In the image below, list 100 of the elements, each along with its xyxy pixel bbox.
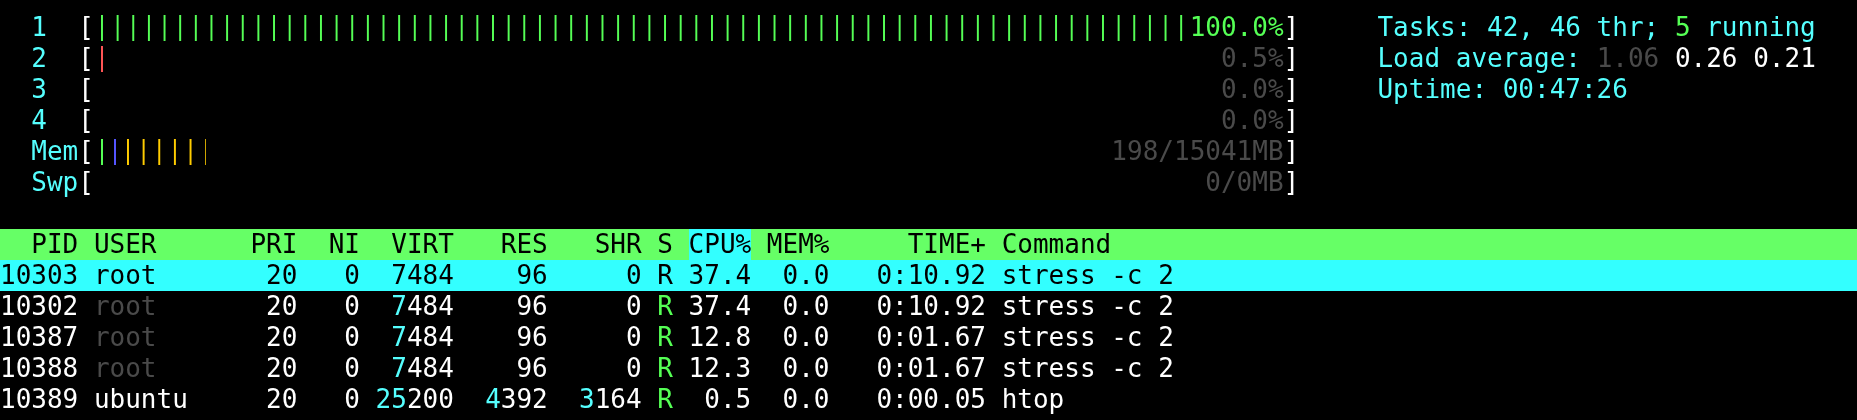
table-cell-text: stress -c 2 [1001, 291, 1175, 322]
table-cell-text: root [93, 291, 158, 322]
meter-value: 0.5% [1220, 43, 1284, 74]
meter-value: 0.0% [1220, 74, 1284, 105]
meter-label: Mem [31, 136, 79, 167]
table-cell-text: 0:00.05 [875, 384, 986, 415]
table-cell-text: 0.0 [781, 322, 830, 353]
table-cell: 10389 [0, 384, 79, 415]
table-cell-text: 20 [265, 384, 298, 415]
table-cell: 37.4 [688, 291, 752, 322]
table-row[interactable]: 10303 root 20 0 7484 96 0 R 37.4 0.0 0:10.92 stress -c 2 [0, 260, 1857, 291]
table-cell-text: 0 [625, 353, 642, 384]
meter-value: 100.0% [1189, 12, 1284, 43]
bracket: [ [78, 74, 94, 105]
table-cell-text: 0 [625, 291, 642, 322]
table-cell: 10387 [0, 322, 79, 353]
column-header[interactable]: CPU% [688, 229, 752, 260]
status-line: Load average: 1.06 0.26 0.21 [1377, 43, 1816, 74]
bracket: [ [78, 167, 94, 198]
column-header[interactable]: SHR [563, 229, 642, 260]
table-cell: 10303 [0, 260, 79, 291]
table-cell-text: 96 [515, 260, 548, 291]
meter-value: 198/15041MB [1111, 136, 1284, 167]
table-cell-text: 0 [343, 260, 360, 291]
table-cell-text: 0:01.67 [875, 322, 986, 353]
bracket: ] [1283, 105, 1300, 136]
bracket: [ [78, 43, 94, 74]
column-header[interactable]: TIME+ [845, 229, 986, 260]
table-cell-text: 0 [625, 322, 642, 353]
table-cell-text: root [93, 260, 158, 291]
table-cell-text: 0.0 [781, 291, 830, 322]
bracket: ] [1283, 74, 1300, 105]
table-cell-text: 7484 [390, 260, 454, 291]
bracket: ] [1283, 167, 1300, 198]
table-cell-text: 0:10.92 [875, 260, 986, 291]
bracket: [ [78, 12, 94, 43]
table-cell-text: 20 [265, 353, 298, 384]
table-cell-text: 96 [515, 322, 548, 353]
meter-label: 2 [31, 43, 48, 74]
meter-label: 4 [31, 105, 48, 136]
table-cell: 37.4 [688, 260, 752, 291]
bracket: [ [78, 105, 94, 136]
table-cell: R [657, 353, 673, 384]
table-cell: R [657, 291, 673, 322]
status-line: Uptime: 00:47:26 [1377, 74, 1628, 105]
table-cell: R [657, 260, 673, 291]
table-cell-text: 20 [265, 322, 298, 353]
meter-label: 3 [31, 74, 48, 105]
table-cell-text: 7484 [390, 322, 454, 353]
table-row[interactable]: 10302 root 20 0 7484 96 0 R 37.4 0.0 0:10.92 stress -c 2 [0, 291, 1857, 322]
table-cell-text: root [93, 322, 158, 353]
meter-value: 0/0MB [1205, 167, 1284, 198]
table-cell-text: 0.0 [781, 384, 830, 415]
meter-label: 1 [31, 12, 48, 43]
table-cell-text: 0.0 [781, 353, 830, 384]
table-cell: R [657, 384, 673, 415]
table-cell: 10388 [0, 353, 79, 384]
table-cell-text: 0:10.92 [875, 291, 986, 322]
column-header[interactable]: RES [469, 229, 548, 260]
column-header[interactable]: PID [0, 229, 79, 260]
table-cell-text: 0 [343, 353, 360, 384]
meter-label: Swp [31, 167, 79, 198]
table-cell: 12.3 [688, 353, 752, 384]
table-cell: 10302 [0, 291, 79, 322]
column-header[interactable]: S [657, 229, 673, 260]
column-header[interactable]: Command [1001, 229, 1857, 260]
meter-value: 0.0% [1220, 105, 1284, 136]
table-cell-text: 4392 [484, 384, 548, 415]
table-row[interactable]: 10389 ubuntu 20 0 25200 4392 3164 R 0.5 0.0 0:00.05 htop [0, 384, 1857, 415]
table-row[interactable]: 10387 root 20 0 7484 96 0 R 12.8 0.0 0:01.67 stress -c 2 [0, 322, 1857, 353]
column-header[interactable]: MEM% [766, 229, 830, 260]
table-cell: 12.8 [688, 322, 752, 353]
table-cell-text: htop [1001, 384, 1066, 415]
table-cell-text: ubuntu [93, 384, 189, 415]
column-header[interactable]: PRI [250, 229, 298, 260]
bracket: ] [1283, 12, 1300, 43]
table-cell-text: stress -c 2 [1001, 260, 1175, 291]
table-cell-text: 0:01.67 [875, 353, 986, 384]
table-cell: 25200 [375, 384, 454, 415]
column-header[interactable]: NI [313, 229, 360, 260]
table-cell-text: root [93, 353, 158, 384]
bracket: [ [78, 136, 94, 167]
table-cell-text: 0 [343, 384, 360, 415]
status-line: Tasks: 42, 46 thr; 5 running [1377, 12, 1816, 43]
table-cell-text: 0 [625, 260, 642, 291]
table-cell-text: 0.0 [781, 260, 830, 291]
table-cell-text: 3164 [578, 384, 642, 415]
table-cell-text: 20 [265, 291, 298, 322]
table-cell: R [657, 322, 673, 353]
column-header[interactable]: VIRT [375, 229, 454, 260]
table-row[interactable]: 10388 root 20 0 7484 96 0 R 12.3 0.0 0:01.67 stress -c 2 [0, 353, 1857, 384]
table-cell-text: 7484 [390, 353, 454, 384]
table-cell-text: 0 [343, 291, 360, 322]
table-cell-text: 96 [515, 353, 548, 384]
column-header[interactable]: USER [93, 229, 235, 260]
bracket: ] [1283, 136, 1300, 167]
table-cell-text: 7484 [390, 291, 454, 322]
table-cell-text: stress -c 2 [1001, 322, 1175, 353]
bracket: ] [1283, 43, 1300, 74]
table-cell-text: 96 [515, 291, 548, 322]
